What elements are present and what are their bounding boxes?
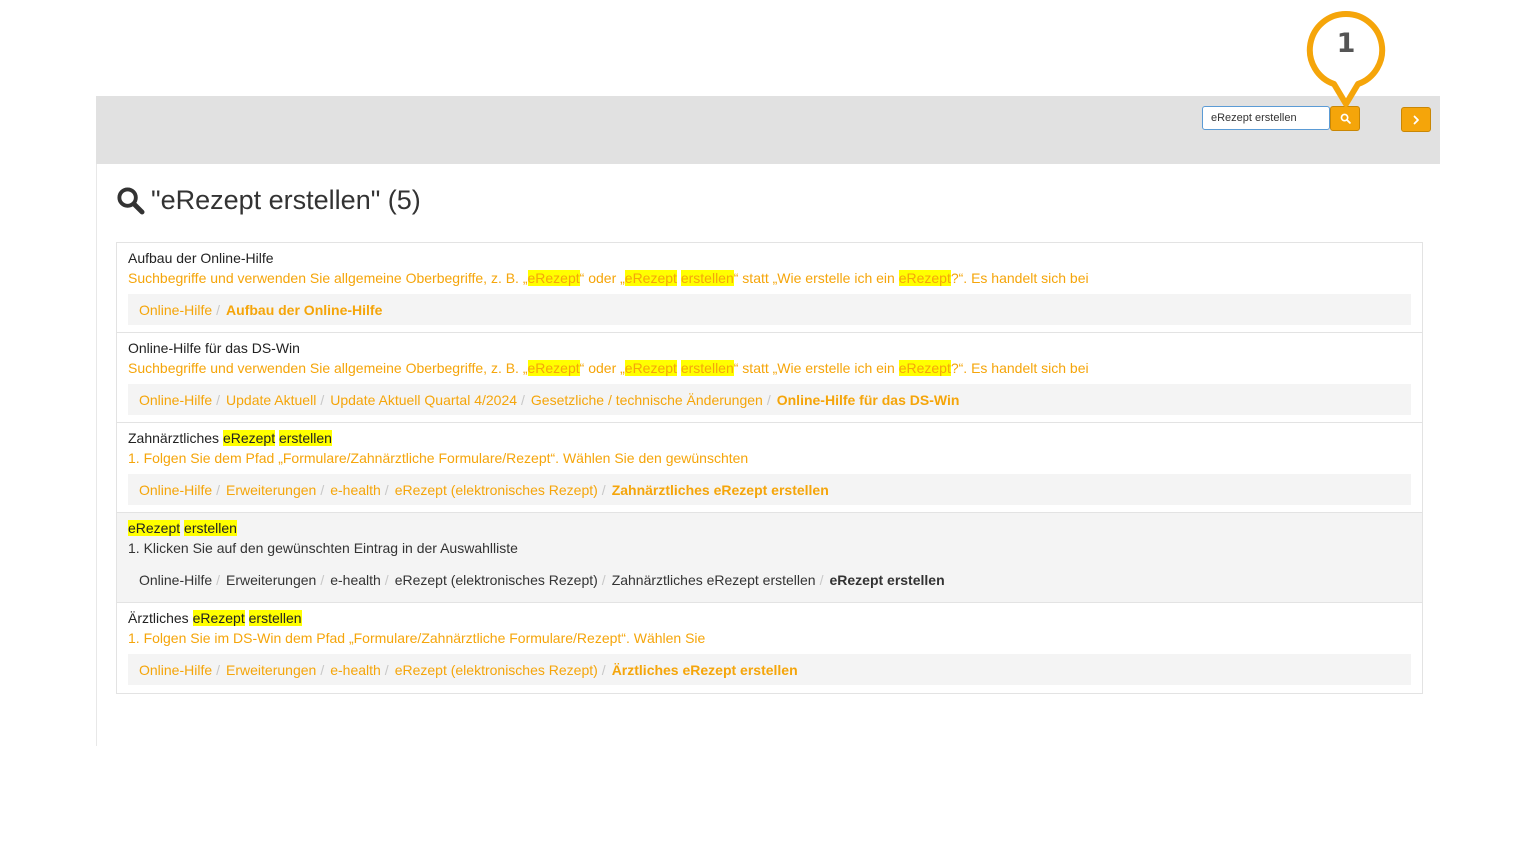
result-item-active: eRezept erstellen 1. Klicken Sie auf den… — [117, 513, 1422, 603]
breadcrumb-separator: / — [320, 391, 325, 408]
result-title[interactable]: Aufbau der Online-Hilfe — [128, 250, 274, 266]
search-highlight: erstellen — [278, 430, 332, 446]
callout-marker — [1306, 10, 1386, 107]
breadcrumb: Online-Hilfe / Erweiterungen / e-health / e… — [128, 654, 1411, 685]
breadcrumb-link[interactable]: Update Aktuell Quartal 4/2024 — [330, 392, 517, 408]
breadcrumb-separator: / — [216, 391, 221, 408]
result-item: Zahnärztliches eRezept erstellen 1. Folg… — [117, 423, 1422, 513]
breadcrumb-link[interactable]: Gesetzliche / technische Änderungen — [531, 392, 763, 408]
result-title[interactable]: Ärztliches eRezept erstellen — [128, 610, 302, 626]
breadcrumb-link[interactable]: Online-Hilfe — [139, 662, 212, 678]
search-highlight: erstellen — [248, 610, 302, 626]
breadcrumb-separator: / — [384, 571, 389, 588]
breadcrumb-current[interactable]: Online-Hilfe für das DS-Win — [777, 392, 960, 408]
next-button[interactable] — [1401, 107, 1431, 132]
breadcrumb-separator: / — [320, 481, 325, 498]
breadcrumb-current[interactable]: Ärztliches eRezept erstellen — [612, 662, 798, 678]
breadcrumb-link[interactable]: Online-Hilfe — [139, 482, 212, 498]
breadcrumb-link[interactable]: Erweiterungen — [226, 572, 316, 588]
result-snippet: 1. Folgen Sie dem Pfad „Formulare/Zahnär… — [128, 450, 749, 466]
breadcrumb-separator: / — [521, 391, 525, 408]
breadcrumb: Online-Hilfe / Erweiterungen / e-health / e… — [128, 564, 1411, 595]
breadcrumb: Online-Hilfe / Update Aktuell / Update Akt… — [128, 384, 1411, 415]
breadcrumb-separator: / — [384, 481, 389, 498]
snippet-text: ?“. Es handelt sich bei — [950, 270, 1089, 286]
breadcrumb-link[interactable]: e-health — [330, 662, 381, 678]
breadcrumb-separator: / — [320, 571, 325, 588]
snippet-text: Suchbegriffe und verwenden Sie allgemein… — [128, 360, 528, 376]
breadcrumb-link[interactable]: e-health — [330, 482, 381, 498]
search-highlight: erstellen — [680, 270, 734, 286]
breadcrumb-separator: / — [766, 391, 771, 408]
breadcrumb-link[interactable]: eRezept (elektronisches Rezept) — [395, 482, 598, 498]
page-title-text: "eRezept erstellen" (5) — [151, 184, 421, 215]
search-highlight: eRezept — [624, 270, 677, 286]
breadcrumb-separator: / — [216, 481, 221, 498]
search-highlight: eRezept — [624, 360, 677, 376]
result-item: Aufbau der Online-Hilfe Suchbegriffe und… — [117, 243, 1422, 333]
breadcrumb-link[interactable]: Zahnärztliches eRezept erstellen — [612, 572, 816, 588]
breadcrumb-separator: / — [819, 571, 824, 588]
breadcrumb-link[interactable]: e-health — [330, 572, 381, 588]
page-title: "eRezept erstellen" (5) — [116, 180, 421, 220]
result-snippet: Suchbegriffe und verwenden Sie allgemein… — [128, 360, 1089, 376]
breadcrumb-separator: / — [216, 661, 221, 678]
search-highlight: eRezept — [527, 270, 580, 286]
search-highlight: erstellen — [184, 520, 237, 536]
breadcrumb-separator: / — [601, 481, 606, 498]
breadcrumb-link[interactable]: Erweiterungen — [226, 482, 316, 498]
result-item: Ärztliches eRezept erstellen 1. Folgen S… — [117, 603, 1422, 693]
search-highlight: eRezept — [527, 360, 580, 376]
snippet-text: “ statt „Wie erstelle ich ein — [733, 360, 899, 376]
title-text: Ärztliches — [128, 610, 193, 626]
search-highlight: eRezept — [192, 610, 245, 626]
search-icon — [117, 186, 145, 215]
snippet-text: “ oder „ — [579, 360, 625, 376]
result-snippet: Suchbegriffe und verwenden Sie allgemein… — [128, 270, 1089, 286]
search-highlight: eRezept — [898, 360, 951, 376]
breadcrumb-current[interactable]: Aufbau der Online-Hilfe — [226, 302, 382, 318]
result-snippet: 1. Folgen Sie im DS-Win dem Pfad „Formul… — [128, 630, 706, 646]
breadcrumb-separator: / — [601, 571, 606, 588]
search-results-list: Aufbau der Online-Hilfe Suchbegriffe und… — [116, 242, 1423, 694]
breadcrumb-separator: / — [320, 661, 325, 678]
snippet-text: “ oder „ — [579, 270, 625, 286]
result-title[interactable]: eRezept erstellen — [128, 520, 237, 536]
breadcrumb: Online-Hilfe / Erweiterungen / e-health / e… — [128, 474, 1411, 505]
result-item: Online-Hilfe für das DS-Win Suchbegriffe… — [117, 333, 1422, 423]
magnifier-icon — [1340, 113, 1351, 124]
breadcrumb-link[interactable]: Online-Hilfe — [139, 392, 212, 408]
search-highlight: erstellen — [680, 360, 734, 376]
breadcrumb-link[interactable]: Online-Hilfe — [139, 572, 212, 588]
breadcrumb-link[interactable]: Erweiterungen — [226, 662, 316, 678]
search-highlight: eRezept — [128, 520, 181, 536]
breadcrumb-separator: / — [216, 301, 221, 318]
breadcrumb-separator: / — [384, 661, 389, 678]
result-title[interactable]: Online-Hilfe für das DS-Win — [128, 340, 300, 356]
result-title[interactable]: Zahnärztliches eRezept erstellen — [128, 430, 332, 446]
snippet-text: “ statt „Wie erstelle ich ein — [733, 270, 899, 286]
breadcrumb-link[interactable]: eRezept (elektronisches Rezept) — [395, 572, 598, 588]
breadcrumb: Online-Hilfe / Aufbau der Online-Hilfe — [128, 294, 1411, 325]
breadcrumb-current[interactable]: eRezept erstellen — [829, 572, 944, 588]
title-text: Zahnärztliches — [128, 430, 223, 446]
snippet-text: Suchbegriffe und verwenden Sie allgemein… — [128, 270, 528, 286]
callout-number: 1 — [1336, 28, 1356, 59]
breadcrumb-link[interactable]: eRezept (elektronisches Rezept) — [395, 662, 598, 678]
chevron-right-icon — [1413, 115, 1419, 124]
search-highlight: eRezept — [222, 430, 276, 446]
breadcrumb-separator: / — [601, 661, 606, 678]
search-highlight: eRezept — [898, 270, 951, 286]
breadcrumb-separator: / — [216, 571, 221, 588]
breadcrumb-link[interactable]: Update Aktuell — [226, 392, 316, 408]
result-snippet: 1. Klicken Sie auf den gewünschten Eintr… — [128, 540, 518, 556]
snippet-text: ?“. Es handelt sich bei — [950, 360, 1089, 376]
breadcrumb-link[interactable]: Online-Hilfe — [139, 302, 212, 318]
breadcrumb-current[interactable]: Zahnärztliches eRezept erstellen — [612, 482, 829, 498]
